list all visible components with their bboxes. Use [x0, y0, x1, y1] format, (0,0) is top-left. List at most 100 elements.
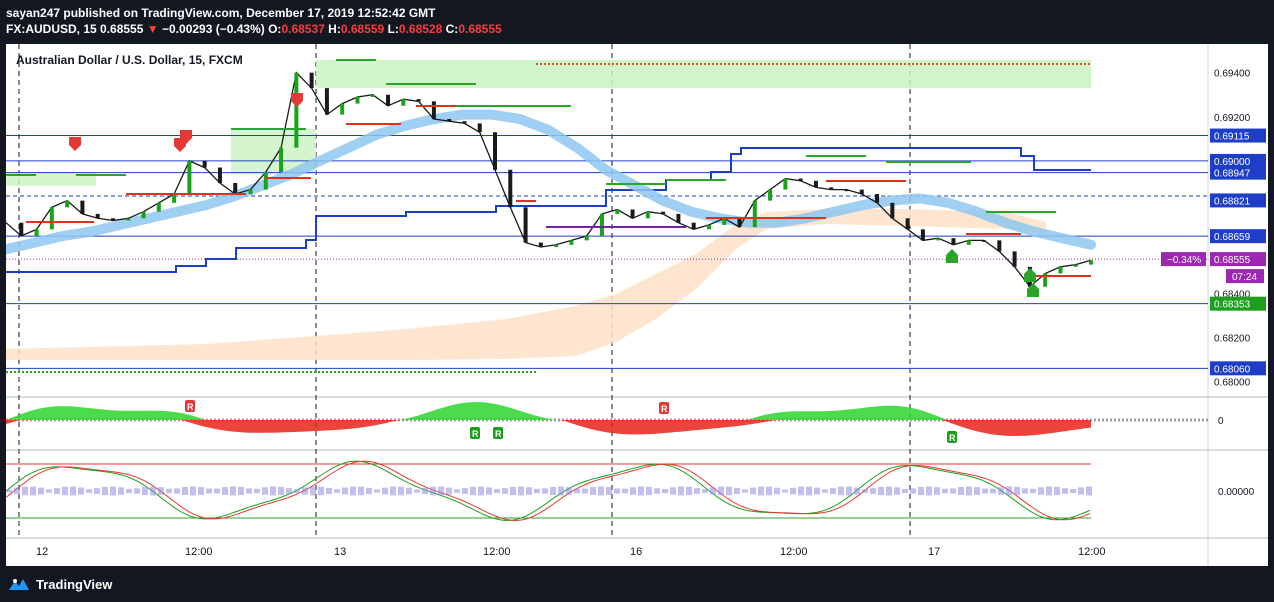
histogram-bar [606, 487, 612, 495]
candle [386, 94, 391, 106]
histogram-bar [902, 488, 908, 494]
histogram-bar [686, 486, 692, 496]
tradingview-logo-icon [9, 579, 29, 590]
price-tag-label: 0.68821 [1214, 196, 1251, 207]
histogram-bar [294, 489, 300, 493]
histogram-bar [14, 487, 20, 495]
histogram-bar [46, 489, 52, 493]
candle [523, 207, 528, 243]
divergence-tag-label: R [495, 429, 502, 439]
histogram-bar [1086, 486, 1092, 496]
histogram-bar [342, 487, 348, 495]
candle [920, 229, 925, 241]
candle [309, 72, 314, 89]
candle [493, 132, 498, 170]
change-tag-label: −0.34% [1167, 255, 1201, 266]
histogram-bar [582, 488, 588, 494]
histogram-bar [126, 488, 132, 494]
histogram-bar [926, 486, 932, 496]
x-axis-tick-label: 12:00 [1078, 546, 1106, 558]
histogram-bar [814, 487, 820, 495]
x-axis-tick-label: 12:00 [483, 546, 511, 558]
y-axis-tick-label: 0.68200 [1214, 333, 1251, 344]
histogram-bar [70, 486, 76, 496]
histogram-bar [134, 488, 140, 494]
histogram-bar [990, 488, 996, 494]
histogram-bar [326, 488, 332, 494]
histogram-bar [526, 487, 532, 495]
histogram-bar [166, 488, 172, 494]
candle [370, 94, 375, 97]
price-line [6, 71, 1092, 288]
candle [875, 194, 880, 203]
histogram-bar [486, 487, 492, 495]
candle [706, 224, 711, 230]
last-price: 0.68555 [100, 22, 144, 36]
countdown-label: 07:24 [1232, 272, 1257, 283]
candle [156, 202, 161, 212]
x-axis-tick-label: 12:00 [185, 546, 213, 558]
candle [859, 189, 864, 195]
open-label: O: [268, 22, 282, 36]
histogram-bar [310, 486, 316, 496]
histogram-bar [670, 487, 676, 495]
histogram-bar [886, 486, 892, 496]
histogram-bar [982, 488, 988, 494]
candle [599, 213, 604, 236]
histogram-bar [558, 486, 564, 496]
histogram-bar [462, 488, 468, 494]
histogram-bar [238, 486, 244, 496]
histogram-bar [510, 486, 516, 496]
x-axis-tick-label: 12 [36, 546, 48, 558]
y-axis-tick-label: 0.68000 [1214, 378, 1251, 389]
histogram-bar [366, 487, 372, 495]
footer: TradingView [8, 574, 112, 594]
candle [477, 123, 482, 133]
candle [95, 213, 100, 219]
candle [844, 189, 849, 192]
histogram-bar [262, 487, 268, 495]
histogram-bar [646, 486, 652, 496]
histogram-bar [86, 489, 92, 493]
candle [936, 238, 941, 241]
histogram-bar [1014, 486, 1020, 496]
histogram-bar [862, 489, 868, 493]
histogram-bar [1070, 489, 1076, 493]
candle [554, 244, 559, 247]
candle [966, 240, 971, 245]
sell-signal-icon [69, 137, 81, 151]
candle [538, 242, 543, 247]
chart-title: Australian Dollar / U.S. Dollar, 15, FXC… [16, 53, 243, 67]
histogram-bar [742, 489, 748, 493]
histogram-bar [918, 486, 924, 496]
candle [1073, 264, 1078, 267]
candle [126, 218, 131, 221]
histogram-bar [318, 486, 324, 496]
histogram-bar [1006, 486, 1012, 496]
histogram-bar [190, 486, 196, 496]
candle [722, 218, 727, 225]
histogram-bar [534, 488, 540, 494]
candle [813, 180, 818, 188]
candle [1012, 251, 1017, 267]
histogram-bar [998, 487, 1004, 495]
histogram-bar [278, 486, 284, 496]
candle [462, 121, 467, 124]
candle [737, 218, 742, 228]
histogram-bar [374, 489, 380, 493]
price-tag-label: 0.68947 [1214, 169, 1251, 180]
histogram-bar [94, 488, 100, 494]
histogram-bar [438, 486, 444, 496]
histogram-bar [390, 486, 396, 496]
histogram-bar [798, 486, 804, 496]
histogram-bar [974, 487, 980, 495]
histogram-bar [574, 488, 580, 494]
price-tag-label: 0.68353 [1214, 300, 1251, 311]
candle [829, 187, 834, 190]
price-chart[interactable]: 0.694000.692000.684000.682000.680000.691… [6, 44, 1268, 566]
histogram-bar [958, 487, 964, 495]
histogram-bar [254, 488, 260, 494]
histogram-bar [942, 488, 948, 494]
chart-panel[interactable]: 0.69400 0.69200 0.68400 0.68200 0.68000 0.691… [6, 44, 1268, 566]
open-value: 0.68537 [281, 22, 325, 36]
